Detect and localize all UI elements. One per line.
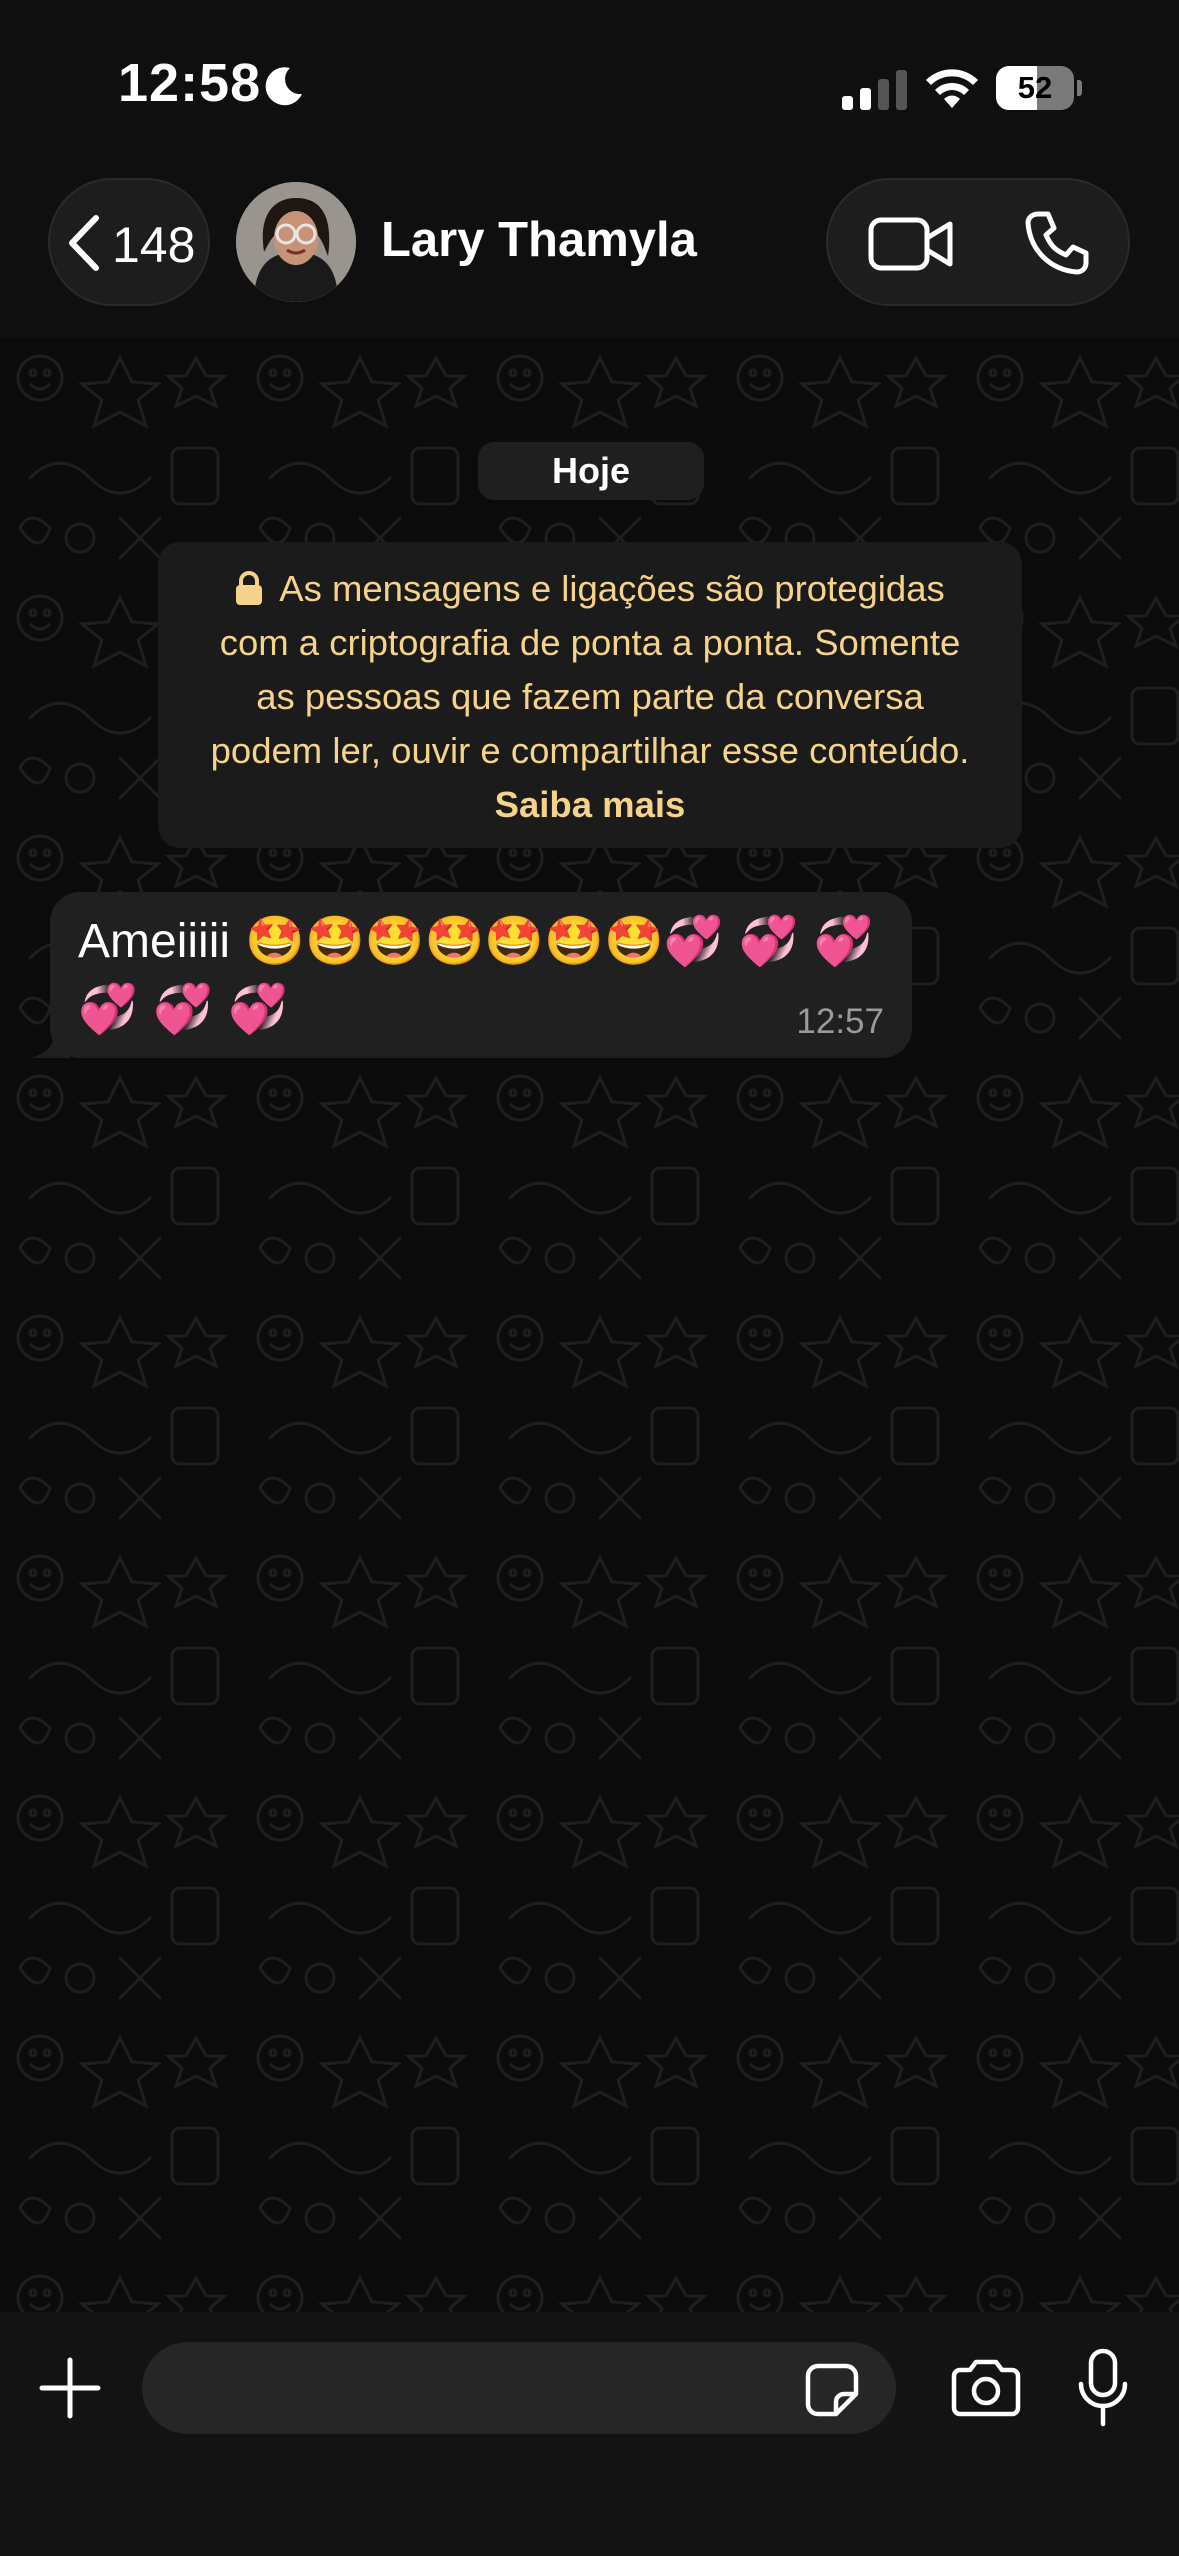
battery-icon: 52 <box>996 66 1082 110</box>
chat-area[interactable]: Hoje As mensagens e ligações são protegi… <box>0 338 1179 2312</box>
chevron-left-icon <box>69 215 99 271</box>
chat-header: 148 Lary Thamyla <box>0 170 1179 338</box>
encryption-notice[interactable]: As mensagens e ligações são protegidas c… <box>158 542 1022 848</box>
battery-level: 52 <box>1017 70 1053 105</box>
date-separator: Hoje <box>478 442 704 500</box>
avatar-image <box>236 182 356 302</box>
message-composer <box>0 2312 1179 2556</box>
message-bubble[interactable]: Ameiiiii 🤩🤩🤩🤩🤩🤩🤩💞 💞 💞 💞 💞 💞 12:57 <box>50 892 912 1058</box>
call-actions <box>826 178 1130 306</box>
phone-call-icon[interactable] <box>1024 210 1090 276</box>
unread-count: 148 <box>112 217 196 273</box>
status-bar: 12:58 52 <box>0 0 1179 170</box>
message-input[interactable] <box>142 2342 896 2434</box>
wifi-icon <box>926 69 978 108</box>
avatar[interactable] <box>236 182 356 302</box>
learn-more-link[interactable]: Saiba mais <box>495 784 686 825</box>
back-button[interactable]: 148 <box>48 178 210 306</box>
message-timestamp: 12:57 <box>796 1002 884 1041</box>
message-text: Ameiiiii 🤩🤩🤩🤩🤩🤩🤩💞 💞 💞 💞 💞 💞 <box>78 915 874 1036</box>
microphone-icon[interactable] <box>1076 2348 1130 2428</box>
moon-icon <box>265 67 302 106</box>
camera-icon[interactable] <box>950 2358 1022 2418</box>
encryption-notice-text: As mensagens e ligações são protegidas c… <box>210 568 970 771</box>
contact-name[interactable]: Lary Thamyla <box>381 212 697 268</box>
plus-icon[interactable] <box>38 2356 102 2420</box>
cellular-signal-icon <box>842 70 907 110</box>
video-call-icon[interactable] <box>868 214 954 274</box>
status-time: 12:58 <box>118 53 262 113</box>
sticker-icon[interactable] <box>804 2362 860 2418</box>
lock-icon <box>236 571 263 605</box>
